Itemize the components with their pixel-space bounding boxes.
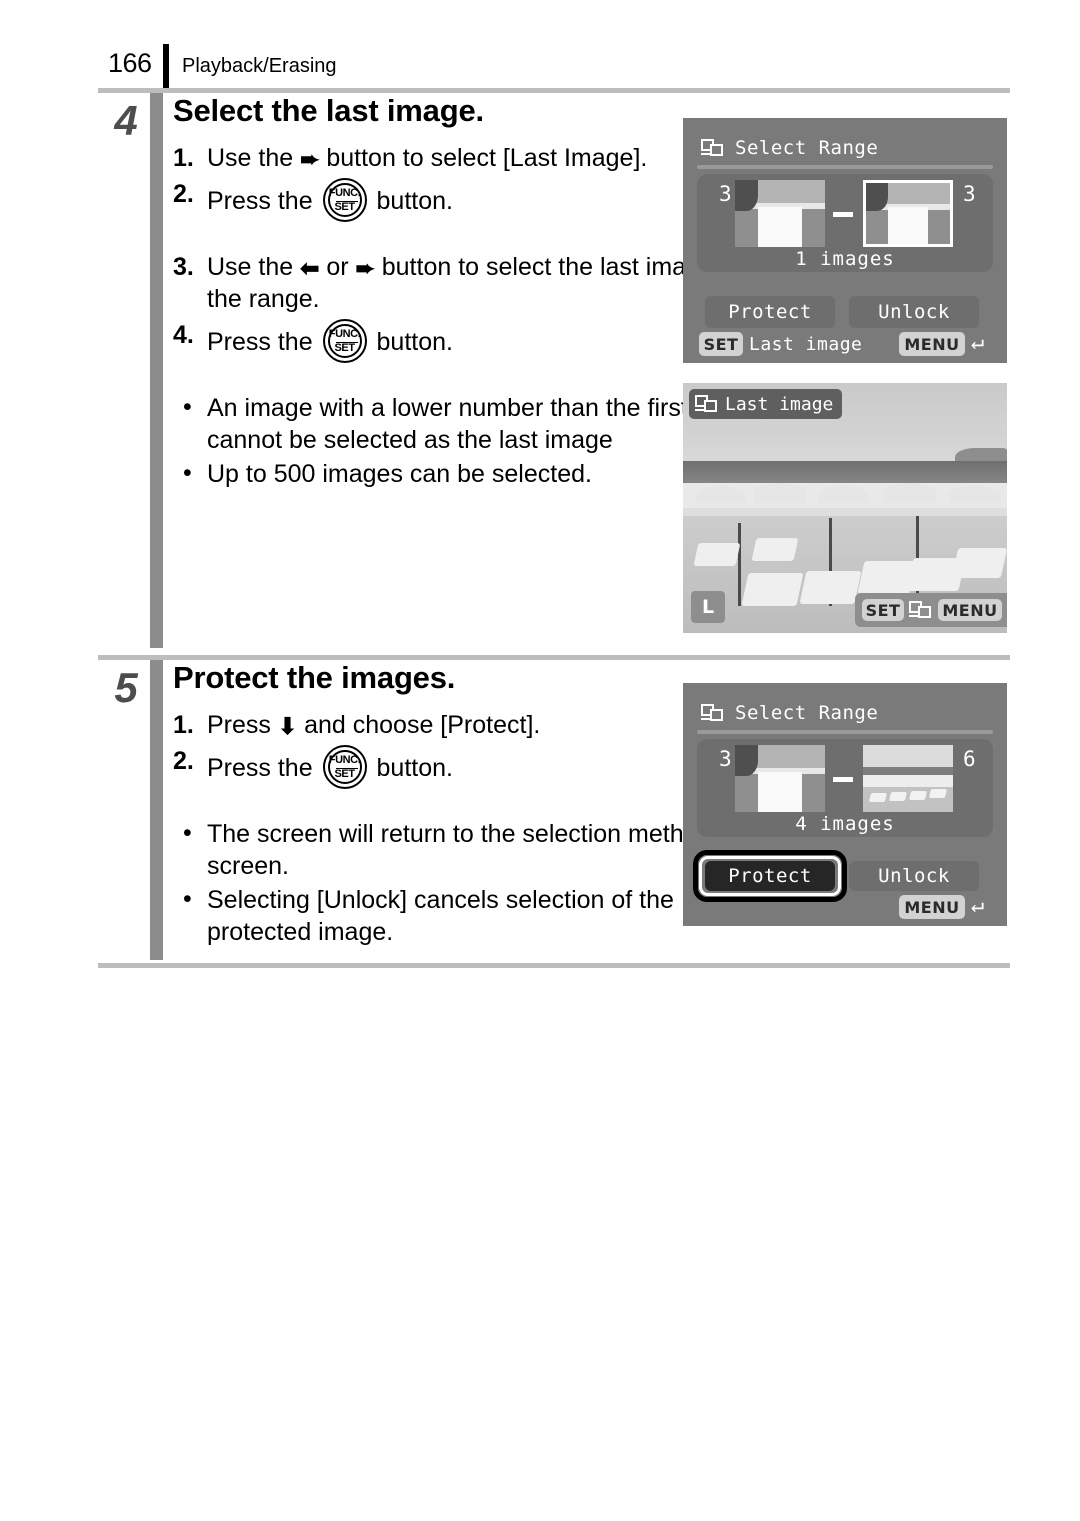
return-arrow-icon: ↵ <box>971 330 985 355</box>
instruction-text: Press the <box>207 327 320 356</box>
instruction-text-cont: and choose [Protect]. <box>297 711 541 740</box>
last-image-thumbnail <box>863 180 953 247</box>
image-count-label: 1 images <box>795 248 895 270</box>
first-image-thumbnail <box>735 745 825 812</box>
range-dash-icon <box>833 777 853 782</box>
protect-option-button[interactable]: Protect <box>705 296 835 328</box>
range-preview-panel: 3 3 1 images <box>697 174 993 272</box>
instruction-marker: 2. <box>173 746 194 775</box>
bullet-text: The screen will return to the selection … <box>207 819 712 881</box>
step-number-4: 4 <box>114 97 138 144</box>
select-range-icon <box>909 600 933 620</box>
instruction-text: Press the <box>207 186 320 215</box>
bullet-dot: • <box>183 818 192 847</box>
first-image-thumbnail <box>735 180 825 247</box>
header-divider <box>163 44 169 90</box>
instruction-marker: 2. <box>173 179 194 208</box>
unlock-option-button[interactable]: Unlock <box>849 861 979 891</box>
right-arrow-icon: ➨ <box>355 254 375 281</box>
select-range-icon <box>701 138 725 158</box>
menu-badge: MENU <box>938 599 1002 621</box>
select-range-icon <box>701 703 725 723</box>
camera-screen-select-range-first: Select Range 3 3 1 images Protect Unlock… <box>683 118 1007 363</box>
bullet-dot: • <box>183 392 192 421</box>
select-range-icon <box>695 394 719 414</box>
last-image-thumbnail <box>863 745 953 812</box>
instruction-text-cont: button. <box>369 327 453 356</box>
instruction-marker: 4. <box>173 320 194 349</box>
step-accent-bar <box>150 93 163 648</box>
page-number: 166 <box>108 48 152 78</box>
menu-badge: MENU <box>899 895 965 919</box>
screen-divider <box>697 165 993 169</box>
right-arrow-icon: ➨ <box>300 146 320 173</box>
step-number-5: 5 <box>114 664 138 711</box>
section-title: Playback/Erasing <box>182 55 337 77</box>
instruction-text: Use the <box>207 144 301 173</box>
last-image-number: 3 <box>963 182 976 206</box>
step-accent-bar <box>150 660 163 960</box>
screen-title: Last image <box>725 393 834 415</box>
return-arrow-icon: ↵ <box>971 893 985 918</box>
func-set-icon: FUNC. SET <box>322 177 367 222</box>
camera-screen-last-image: Last image L SET MENU ↵ <box>683 383 1007 633</box>
set-action-label: Last image <box>749 334 863 355</box>
screen-footer-controls: SET MENU ↵ <box>855 593 1007 627</box>
page-header: 166 Playback/Erasing <box>0 22 1080 90</box>
bullet-dot: • <box>183 884 192 913</box>
first-image-number: 3 <box>719 747 732 771</box>
down-arrow-icon: ⬇ <box>277 713 298 740</box>
image-count-label: 4 images <box>795 813 895 835</box>
instruction-marker: 3. <box>173 252 194 281</box>
instruction-text-mid: or <box>319 252 356 281</box>
instruction-marker: 1. <box>173 144 194 173</box>
menu-badge: MENU <box>899 332 965 356</box>
quality-label: L <box>701 596 715 618</box>
unlock-option-button[interactable]: Unlock <box>849 296 979 328</box>
set-badge: SET <box>862 599 904 621</box>
instruction-text: Press the <box>207 753 320 782</box>
screen-divider <box>697 730 993 734</box>
screen-title: Select Range <box>735 137 879 159</box>
page-bottom-rule <box>98 963 1010 968</box>
instruction-text-cont: button to select [Last Image]. <box>319 144 648 173</box>
instruction-marker: 1. <box>173 711 194 740</box>
image-quality-badge: L <box>691 591 725 623</box>
instruction-text-cont: button. <box>369 186 453 215</box>
bullet-text: Up to 500 images can be selected. <box>207 459 592 488</box>
instruction-text-cont: button. <box>369 753 453 782</box>
camera-screen-select-range-protect: Select Range 3 6 4 images Protect Unlock… <box>683 683 1007 926</box>
range-preview-panel: 3 6 4 images <box>697 739 993 837</box>
screen-title-chip: Last image <box>689 389 843 419</box>
bullet-text: Selecting [Unlock] cancels selection of … <box>207 885 674 947</box>
range-dash-icon <box>833 212 853 217</box>
last-image-number: 6 <box>963 747 976 771</box>
first-image-number: 3 <box>719 182 732 206</box>
instruction-text: Use the <box>207 252 301 281</box>
func-set-icon: FUNC. SET <box>322 744 367 789</box>
protect-option-button[interactable]: Protect <box>705 861 835 891</box>
instruction-text: Press <box>207 711 278 740</box>
bullet-dot: • <box>183 458 192 487</box>
set-badge: SET <box>699 332 743 356</box>
screen-title: Select Range <box>735 702 879 724</box>
left-arrow-icon: ⬅ <box>300 254 320 281</box>
bullet-text: An image with a lower number than the fi… <box>207 393 763 455</box>
func-set-icon: FUNC. SET <box>322 318 367 363</box>
